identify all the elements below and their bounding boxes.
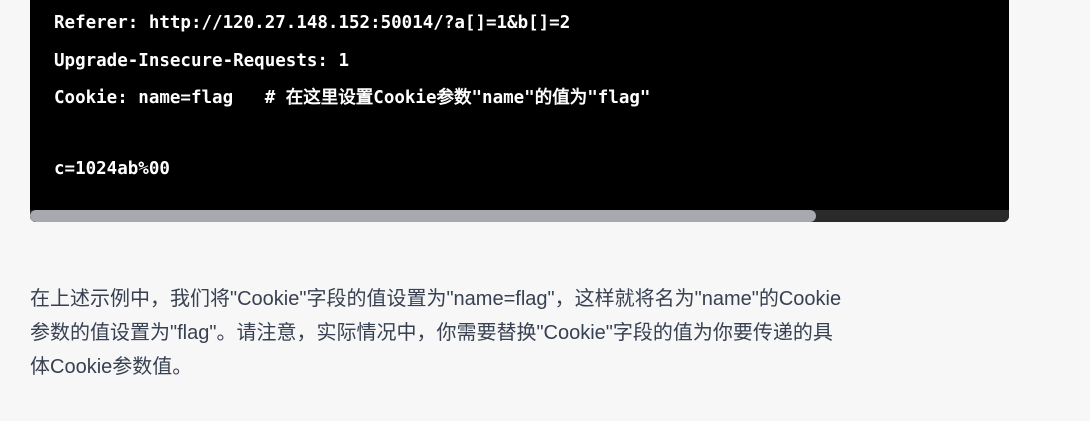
code-horizontal-scrollbar[interactable]	[30, 210, 1009, 222]
explanation-line-1: 在上述示例中，我们将"Cookie"字段的值设置为"name=flag"，这样就…	[30, 288, 842, 310]
code-scrollbar-thumb[interactable]	[30, 210, 816, 222]
code-block: Referer: http://120.27.148.152:50014/?a[…	[30, 0, 1009, 222]
code-line-referer: Referer: http://120.27.148.152:50014/?a[…	[54, 13, 571, 33]
explanation-line-3: 体Cookie参数值。	[30, 356, 193, 378]
code-line-cookie: Cookie: name=flag # 在这里设置Cookie参数"name"的…	[54, 88, 651, 108]
explanation-line-2: 参数的值设置为"flag"。请注意，实际情况中，你需要替换"Cookie"字段的…	[30, 322, 833, 344]
code-line-upgrade-insecure: Upgrade-Insecure-Requests: 1	[54, 51, 350, 71]
explanation-paragraph: 在上述示例中，我们将"Cookie"字段的值设置为"name=flag"，这样就…	[30, 282, 1020, 384]
code-line-body: c=1024ab%00	[54, 159, 170, 179]
